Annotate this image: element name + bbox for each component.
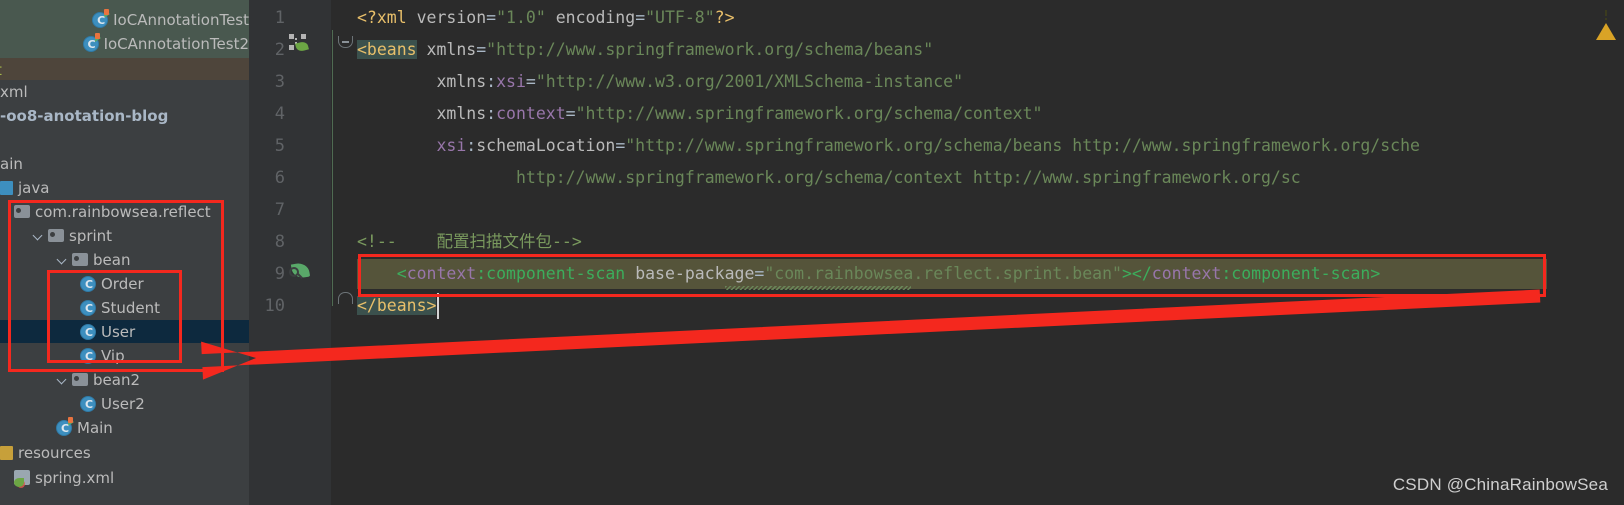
tree-item-main[interactable]: Main [0,416,249,439]
code-token: "http://www.w3.org/2001/XMLSchema-instan… [535,72,963,91]
fold-marker-open[interactable] [338,36,354,52]
code-token: xmlns [436,104,487,123]
code-token: "UTF-8" [645,8,715,27]
line-number: 4 [274,104,285,124]
code-token: context [496,104,566,123]
code-line-3[interactable]: xmlns:xsi="http://www.w3.org/2001/XMLSch… [357,66,963,98]
code-folding-column[interactable] [331,0,357,505]
code-line-1[interactable]: <?xml version="1.0" encoding="UTF-8"?> [357,2,735,34]
code-token: : [466,136,477,155]
tree-item-label: xml [0,82,28,101]
line-number: 9 [274,264,285,284]
tree-item-user2[interactable]: User2 [0,392,249,415]
tree-item-label: User2 [101,394,145,413]
line-number: 1 [274,8,285,28]
run-class-icon [82,32,101,53]
watermark-text: CSDN @ChinaRainbowSea [1392,475,1608,494]
line-number: 2 [274,40,285,60]
editor-gutter[interactable]: 1 2 3 4 5 6 7 8 9 10 [249,0,331,505]
tree-overlay-item-1[interactable]: IoCAnnotationTest2 [0,32,249,55]
line-number: 3 [274,72,285,92]
line-number: 6 [274,168,285,188]
code-token: encoding [555,8,636,27]
tree-overlay-item-0[interactable]: IoCAnnotationTest [0,8,249,31]
tree-item-label: Main [77,418,113,437]
tree-item-label: ain [0,154,23,173]
code-token: ?> [714,8,735,27]
tree-item-label: spring.xml [35,468,115,487]
code-token: <beans [357,40,417,59]
tree-item-label: t [0,61,2,79]
tree-item-ain[interactable]: ain [0,152,249,175]
source-root-icon [0,180,13,195]
package-icon [72,373,88,386]
tree-item-spring-xml[interactable]: spring.xml [0,466,249,489]
code-token: = [565,104,576,123]
code-content[interactable]: <?xml version="1.0" encoding="UTF-8"?> <b… [357,0,1624,505]
fold-marker-close[interactable] [338,292,354,308]
fold-region-line [332,30,333,306]
code-token: xsi [496,72,526,91]
code-token: </beans> [357,296,437,315]
code-line-2[interactable]: <beans xmlns="http://www.springframework… [357,34,933,66]
ide-window: IoCAnnotationTest IoCAnnotationTest2 t x… [0,0,1624,505]
code-token: schemaLocation [476,136,616,155]
tree-item-java[interactable]: java [0,176,249,199]
code-token: = [486,8,497,27]
tree-item-label: IoCAnnotationTest [113,10,249,29]
line-number: 8 [274,232,285,252]
code-token: : [486,72,497,91]
line-number: 10 [264,296,285,316]
code-token: = [615,136,626,155]
run-class-icon [92,8,111,29]
resource-root-icon [0,445,13,460]
code-token: xsi [436,136,467,155]
tree-item-xml[interactable]: xml [0,80,249,103]
code-token: : [486,104,497,123]
class-icon [80,395,97,413]
chevron-down-icon[interactable] [56,373,69,386]
code-token: <?xml [357,8,407,27]
code-token: xmlns [436,72,487,91]
code-token: = [635,8,646,27]
tree-item-label: java [18,178,50,197]
tree-item-label: IoCAnnotationTest2 [103,34,249,53]
code-token: "1.0" [496,8,546,27]
code-token: = [525,72,536,91]
spring-search-icon[interactable] [288,261,311,282]
run-class-icon [56,416,74,437]
code-line-4[interactable]: xmlns:context="http://www.springframewor… [357,98,1042,130]
warning-triangle-icon[interactable] [1596,4,1616,40]
code-token: version [416,8,487,27]
code-editor[interactable]: 1 2 3 4 5 6 7 8 9 10 <?xml version="1.0"… [249,0,1624,505]
code-token: xmlns [426,40,477,59]
code-token: "http://www.springframework.org/schema/c… [575,104,1043,123]
tree-item-oo8-anotation-blog[interactable]: -oo8-anotation-blog [0,104,249,127]
code-token: = [476,40,487,59]
line-number: 7 [274,200,285,220]
line-number: 5 [274,136,285,156]
tree-classes-box [47,270,182,363]
code-token: "http://www.springframework.org/schema/b… [625,136,1420,155]
code-token: http://www.springframework.org/schema/co… [515,168,1301,187]
code-scan-box [358,254,1546,297]
code-token: "http://www.springframework.org/schema/b… [486,40,934,59]
code-line-6[interactable]: http://www.springframework.org/schema/co… [357,162,1301,194]
code-token: <!-- 配置扫描文件包--> [357,232,582,251]
tree-item-label: resources [18,443,91,462]
tree-clipped-row[interactable]: t [0,58,245,81]
tree-item-label: bean2 [93,370,140,389]
tree-item-resources[interactable]: resources [0,441,249,464]
tree-item-label: -oo8-anotation-blog [0,106,169,125]
spring-xml-icon [14,470,30,488]
code-line-5[interactable]: xsi:schemaLocation="http://www.springfra… [357,130,1420,162]
